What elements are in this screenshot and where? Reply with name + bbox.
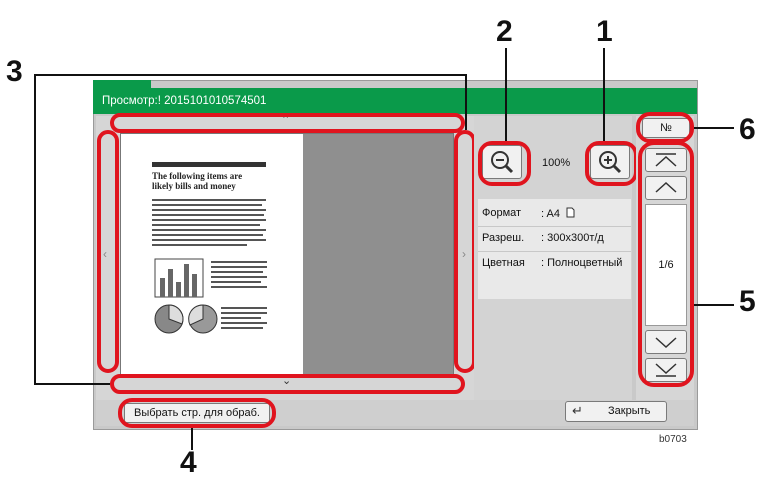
zoom-in-highlight [585, 141, 638, 186]
callout-3-leader [34, 383, 110, 385]
page-heading-line1: The following items are [152, 171, 242, 181]
callout-6-leader [694, 127, 734, 129]
zoom-out-highlight [478, 141, 531, 186]
callout-1: 1 [596, 15, 613, 48]
callout-3-leader [34, 74, 36, 384]
color-value: : Полноцветный [541, 257, 623, 269]
preview-page[interactable]: The following items are likely bills and… [120, 133, 305, 375]
close-button-label: Закрыть [608, 405, 651, 417]
close-button[interactable]: ↵ Закрыть [565, 401, 667, 422]
portrait-page-icon [566, 207, 575, 218]
callout-2: 2 [496, 15, 513, 48]
callout-3-leader [34, 74, 466, 76]
select-pages-highlight [118, 398, 276, 428]
page-number-highlight [636, 112, 694, 143]
figure-code: b0703 [659, 434, 687, 445]
enter-icon: ↵ [572, 403, 583, 418]
preview-title: Просмотр:! 2015101010574501 [102, 95, 267, 107]
title-bar-tab [93, 80, 151, 88]
title-bar: Просмотр:! 2015101010574501 [93, 80, 697, 114]
page-info-panel: Формат : A4 Разреш. : 300x300т/д Цветная… [478, 199, 631, 299]
callout-4: 4 [180, 446, 197, 479]
callout-3-leader [465, 74, 467, 130]
zoom-level: 100% [542, 157, 571, 169]
callout-4-leader [191, 428, 193, 450]
info-divider [478, 226, 631, 227]
scroll-bar-top-highlight [110, 113, 465, 133]
callout-5: 5 [739, 285, 756, 318]
color-row: Цветная : Полноцветный [482, 257, 622, 269]
format-row: Формат : A4 [482, 207, 575, 220]
callout-6: 6 [739, 113, 756, 146]
callout-5-leader [694, 304, 734, 306]
callout-3: 3 [6, 55, 23, 88]
format-value: : A4 [541, 207, 575, 220]
preview-page-facing [303, 133, 454, 375]
resolution-label: Разреш. [482, 232, 525, 244]
callout-1-leader [603, 48, 605, 141]
scroll-bar-left-highlight [97, 130, 119, 373]
format-label: Формат [482, 207, 522, 219]
info-divider [478, 251, 631, 252]
page-heading-line2: likely bills and money [152, 181, 236, 191]
resolution-row: Разреш. : 300x300т/д [482, 232, 604, 244]
scroll-bar-bottom-highlight [110, 374, 465, 394]
page-navigation-highlight [638, 141, 694, 387]
scroll-bar-right-highlight [454, 130, 476, 373]
color-label: Цветная [482, 257, 525, 269]
callout-2-leader [505, 48, 507, 141]
page-thumbnail-image: The following items are likely bills and… [152, 162, 267, 334]
resolution-value: : 300x300т/д [541, 232, 604, 244]
